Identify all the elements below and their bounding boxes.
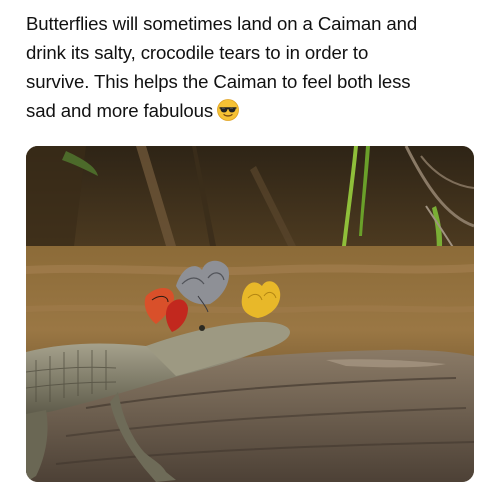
caption-line-text: sad and more fabulous [26,100,214,121]
post-caption: Butterflies will sometimes land on a Cai… [26,9,486,125]
meme-post: Butterflies will sometimes land on a Cai… [0,0,500,493]
caiman-photo-illustration [26,146,474,482]
caption-line: survive. This helps the Caiman to feel b… [26,71,411,92]
caption-line: drink its salty, crocodile tears to in o… [26,42,369,63]
caption-line: Butterflies will sometimes land on a Cai… [26,13,418,34]
caiman-photo [26,146,474,482]
caption-line: sad and more fabulous [26,96,486,125]
sunglasses-emoji-icon [217,99,239,121]
